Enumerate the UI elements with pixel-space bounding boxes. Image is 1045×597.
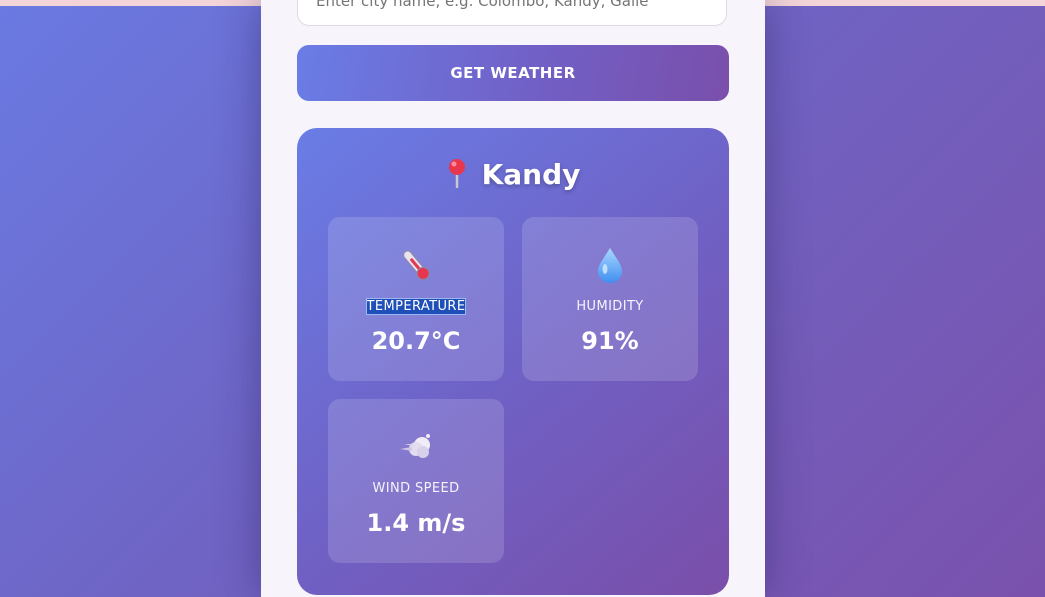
weather-result-card: Kandy TEMPERATURE 20.7°C HUMIDITY 91% WI… — [297, 128, 729, 595]
thermometer-icon — [328, 245, 504, 285]
location-pin-icon — [446, 158, 468, 189]
weather-app-container: GET WEATHER Kandy — [261, 0, 765, 597]
city-heading: Kandy — [297, 158, 729, 191]
humidity-value: 91% — [581, 327, 639, 355]
city-search-input[interactable] — [297, 0, 727, 26]
get-weather-button[interactable]: GET WEATHER — [297, 45, 729, 101]
humidity-label: HUMIDITY — [576, 299, 644, 314]
droplet-icon — [522, 245, 698, 285]
humidity-tile: HUMIDITY 91% — [522, 217, 698, 381]
wind-speed-label: WIND SPEED — [372, 481, 460, 496]
wind-speed-value: 1.4 m/s — [366, 509, 466, 537]
wind-icon — [328, 427, 504, 467]
temperature-value: 20.7°C — [371, 327, 461, 355]
temperature-label: TEMPERATURE — [365, 298, 467, 315]
wind-speed-tile: WIND SPEED 1.4 m/s — [328, 399, 504, 563]
city-name: Kandy — [481, 158, 581, 191]
temperature-tile: TEMPERATURE 20.7°C — [328, 217, 504, 381]
